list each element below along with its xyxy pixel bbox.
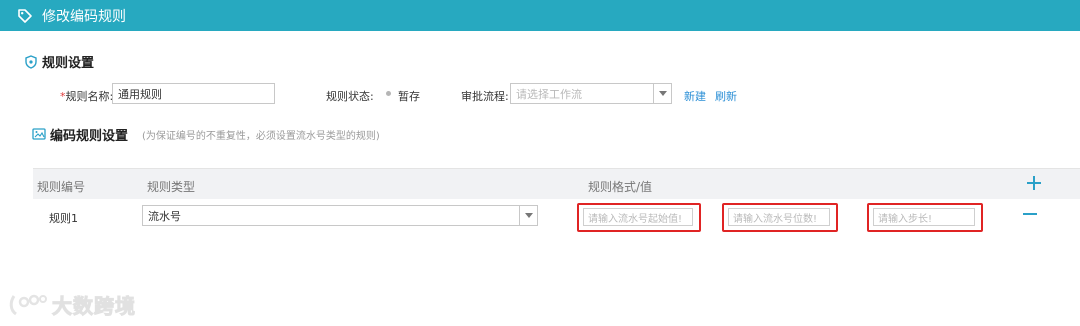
- new-link[interactable]: 新建: [684, 88, 706, 104]
- rule-name-input[interactable]: 通用规则: [112, 83, 275, 104]
- step-placeholder: 请输入步长!: [878, 213, 933, 225]
- rule-status-label: 规则状态:: [326, 90, 374, 103]
- rule-type-select[interactable]: 流水号: [142, 205, 538, 226]
- step-highlight: 请输入步长!: [867, 203, 983, 232]
- remove-rule-button[interactable]: [1023, 213, 1037, 215]
- rule-status-value: 暂存: [398, 90, 420, 103]
- workflow-select[interactable]: 请选择工作流: [510, 83, 672, 104]
- digits-input[interactable]: 请输入流水号位数!: [728, 208, 830, 226]
- code-rule-hint: (为保证编号的不重复性，必须设置流水号类型的规则): [142, 131, 380, 142]
- digits-placeholder: 请输入流水号位数!: [733, 213, 818, 225]
- rule-name-label: *规则名称:: [60, 88, 113, 104]
- rule-name-value: 通用规则: [118, 87, 162, 101]
- rule-settings-title: 规则设置: [42, 56, 95, 71]
- column-rule-format: 规则格式/值: [588, 180, 653, 194]
- start-value-input[interactable]: 请输入流水号起始值!: [583, 208, 693, 226]
- start-value-placeholder: 请输入流水号起始值!: [588, 213, 683, 225]
- tag-icon: [18, 8, 32, 23]
- refresh-link[interactable]: 刷新: [715, 88, 737, 104]
- rule-settings-header: 规则设置: [24, 52, 94, 71]
- digits-highlight: 请输入流水号位数!: [722, 203, 838, 232]
- column-rule-no: 规则编号: [37, 180, 86, 194]
- rule-no-cell: 规则1: [49, 212, 78, 225]
- rule-type-value: 流水号: [148, 209, 181, 223]
- add-rule-button[interactable]: [1027, 176, 1041, 190]
- chevron-down-icon[interactable]: [519, 206, 537, 225]
- column-rule-type: 规则类型: [147, 180, 196, 194]
- brand-logo-icon: [9, 294, 47, 315]
- workflow-label: 审批流程:: [461, 90, 509, 103]
- start-value-highlight: 请输入流水号起始值!: [577, 203, 701, 232]
- title-bar: 修改编码规则: [0, 0, 1080, 31]
- workflow-placeholder: 请选择工作流: [516, 87, 582, 101]
- page-title: 修改编码规则: [42, 8, 126, 25]
- watermark-text: 大数跨境: [52, 294, 136, 319]
- status-dot: [386, 91, 391, 96]
- shield-icon: [25, 54, 37, 69]
- image-settings-icon: [32, 128, 46, 140]
- step-input[interactable]: 请输入步长!: [873, 208, 975, 226]
- rule-name-label-text: 规则名称:: [65, 90, 114, 103]
- code-rule-settings-title: 编码规则设置: [50, 129, 129, 144]
- rule-table-header: 规则编号 规则类型 规则格式/值: [33, 168, 1080, 199]
- chevron-down-icon[interactable]: [653, 84, 671, 103]
- watermark: 大数跨境: [8, 290, 136, 319]
- code-rule-settings-header: 编码规则设置 (为保证编号的不重复性，必须设置流水号类型的规则): [32, 125, 380, 144]
